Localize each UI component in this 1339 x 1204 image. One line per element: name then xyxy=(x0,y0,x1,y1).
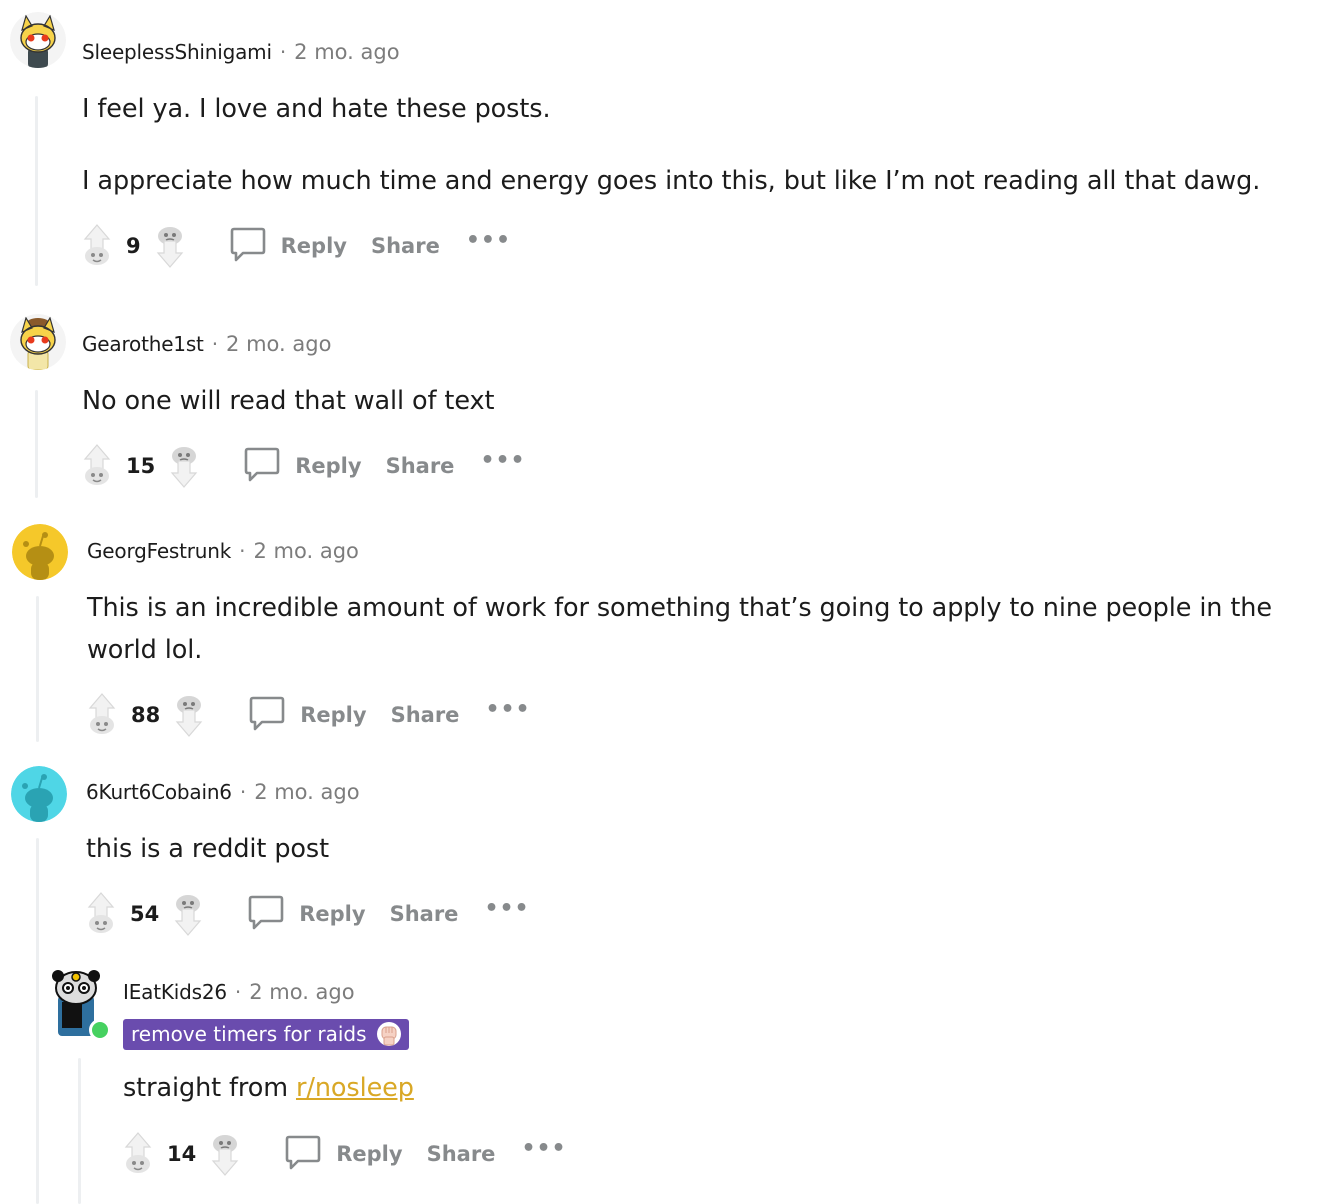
comment-body: straight from r/nosleep xyxy=(123,1067,1323,1109)
chat-bubble-icon xyxy=(284,1133,336,1176)
reply-button[interactable]: Reply xyxy=(284,1133,403,1176)
thread-line[interactable] xyxy=(36,838,39,1204)
comment-paragraph: This is an incredible amount of work for… xyxy=(87,593,1272,665)
comment-body: This is an incredible amount of work for… xyxy=(87,587,1323,671)
username[interactable]: Gearothe1st xyxy=(82,332,204,356)
separator-dot: · xyxy=(239,780,247,804)
reply-label: Reply xyxy=(299,902,366,926)
comment-actions: 14 Reply Share ••• xyxy=(121,1130,567,1178)
comment-paragraph: No one will read that wall of text xyxy=(82,386,495,416)
share-button[interactable]: Share xyxy=(371,234,440,258)
downvote-icon[interactable] xyxy=(167,443,201,489)
reply-label: Reply xyxy=(295,454,362,478)
username[interactable]: GeorgFestrunk xyxy=(87,539,231,563)
share-button[interactable]: Share xyxy=(390,902,459,926)
share-button[interactable]: Share xyxy=(386,454,455,478)
avatar[interactable] xyxy=(12,524,68,580)
online-status-indicator xyxy=(89,1019,111,1041)
separator-dot: · xyxy=(239,539,246,563)
timestamp[interactable]: 2 mo. ago xyxy=(249,980,354,1004)
comment-paragraph: I feel ya. I love and hate these posts. xyxy=(82,94,551,124)
user-flair: remove timers for raids xyxy=(123,1019,409,1050)
chat-bubble-icon xyxy=(229,225,281,268)
reply-button[interactable]: Reply xyxy=(243,445,362,488)
reply-label: Reply xyxy=(300,703,367,727)
downvote-icon[interactable] xyxy=(153,223,187,269)
comment-body: I feel ya. I love and hate these posts. … xyxy=(82,88,1322,202)
more-options-button[interactable]: ••• xyxy=(521,1136,566,1161)
comment-paragraph: I appreciate how much time and energy go… xyxy=(82,166,1261,196)
thread-line[interactable] xyxy=(35,390,38,498)
upvote-icon[interactable] xyxy=(85,692,119,738)
username[interactable]: IEatKids26 xyxy=(123,980,227,1004)
reply-button[interactable]: Reply xyxy=(247,893,366,936)
comment-actions: 54 Reply Share ••• xyxy=(84,890,530,938)
shiba-snoo-icon xyxy=(10,314,66,370)
vote-score: 9 xyxy=(126,234,141,258)
vote-score: 15 xyxy=(126,454,156,478)
chat-bubble-icon xyxy=(243,445,295,488)
timestamp[interactable]: 2 mo. ago xyxy=(294,40,399,64)
share-button[interactable]: Share xyxy=(427,1142,496,1166)
more-options-button[interactable]: ••• xyxy=(480,448,525,473)
downvote-icon[interactable] xyxy=(172,692,206,738)
share-button[interactable]: Share xyxy=(391,703,460,727)
avatar[interactable] xyxy=(11,766,67,822)
thread-line[interactable] xyxy=(78,1058,81,1204)
more-options-button[interactable]: ••• xyxy=(466,228,511,253)
comment-actions: 9 Reply Share ••• xyxy=(80,222,511,270)
comment-paragraph: this is a reddit post xyxy=(86,834,329,864)
vote-score: 88 xyxy=(131,703,161,727)
avatar[interactable] xyxy=(10,314,66,370)
timestamp[interactable]: 2 mo. ago xyxy=(254,780,359,804)
thread-line[interactable] xyxy=(35,96,38,286)
chat-bubble-icon xyxy=(247,893,299,936)
upvote-icon[interactable] xyxy=(80,223,114,269)
vote-score: 54 xyxy=(130,902,160,926)
avatar[interactable] xyxy=(48,968,104,1036)
comment-paragraph: straight from r/nosleep xyxy=(123,1067,1323,1109)
timestamp[interactable]: 2 mo. ago xyxy=(254,539,359,563)
downvote-icon[interactable] xyxy=(171,891,205,937)
reply-button[interactable]: Reply xyxy=(229,225,347,268)
flair-text: remove timers for raids xyxy=(131,1022,367,1046)
reply-label: Reply xyxy=(336,1142,403,1166)
separator-dot: · xyxy=(279,40,287,64)
snoo-icon xyxy=(12,524,68,580)
comment-actions: 88 Reply Share ••• xyxy=(85,691,531,739)
snoo-icon xyxy=(11,766,67,822)
comment-body: this is a reddit post xyxy=(86,828,1322,870)
vote-score: 14 xyxy=(167,1142,197,1166)
more-options-button[interactable]: ••• xyxy=(484,896,529,921)
username[interactable]: SleeplessShinigami xyxy=(82,40,272,64)
raised-fist-icon xyxy=(376,1021,401,1047)
more-options-button[interactable]: ••• xyxy=(485,697,530,722)
separator-dot: · xyxy=(211,332,219,356)
reply-button[interactable]: Reply xyxy=(248,694,367,737)
comment-actions: 15 Reply Share ••• xyxy=(80,442,526,490)
upvote-icon[interactable] xyxy=(80,443,114,489)
upvote-icon[interactable] xyxy=(121,1131,155,1177)
avatar[interactable] xyxy=(10,12,66,68)
username[interactable]: 6Kurt6Cobain6 xyxy=(86,780,232,804)
thread-line[interactable] xyxy=(36,596,39,742)
separator-dot: · xyxy=(234,980,242,1004)
timestamp[interactable]: 2 mo. ago xyxy=(226,332,331,356)
comment-body: No one will read that wall of text xyxy=(82,380,1322,422)
chat-bubble-icon xyxy=(248,694,300,737)
downvote-icon[interactable] xyxy=(208,1131,242,1177)
comment-text: straight from xyxy=(123,1073,296,1103)
subreddit-link[interactable]: r/nosleep xyxy=(296,1073,414,1103)
reply-label: Reply xyxy=(280,234,347,258)
shiba-snoo-icon xyxy=(10,12,66,68)
upvote-icon[interactable] xyxy=(84,891,118,937)
